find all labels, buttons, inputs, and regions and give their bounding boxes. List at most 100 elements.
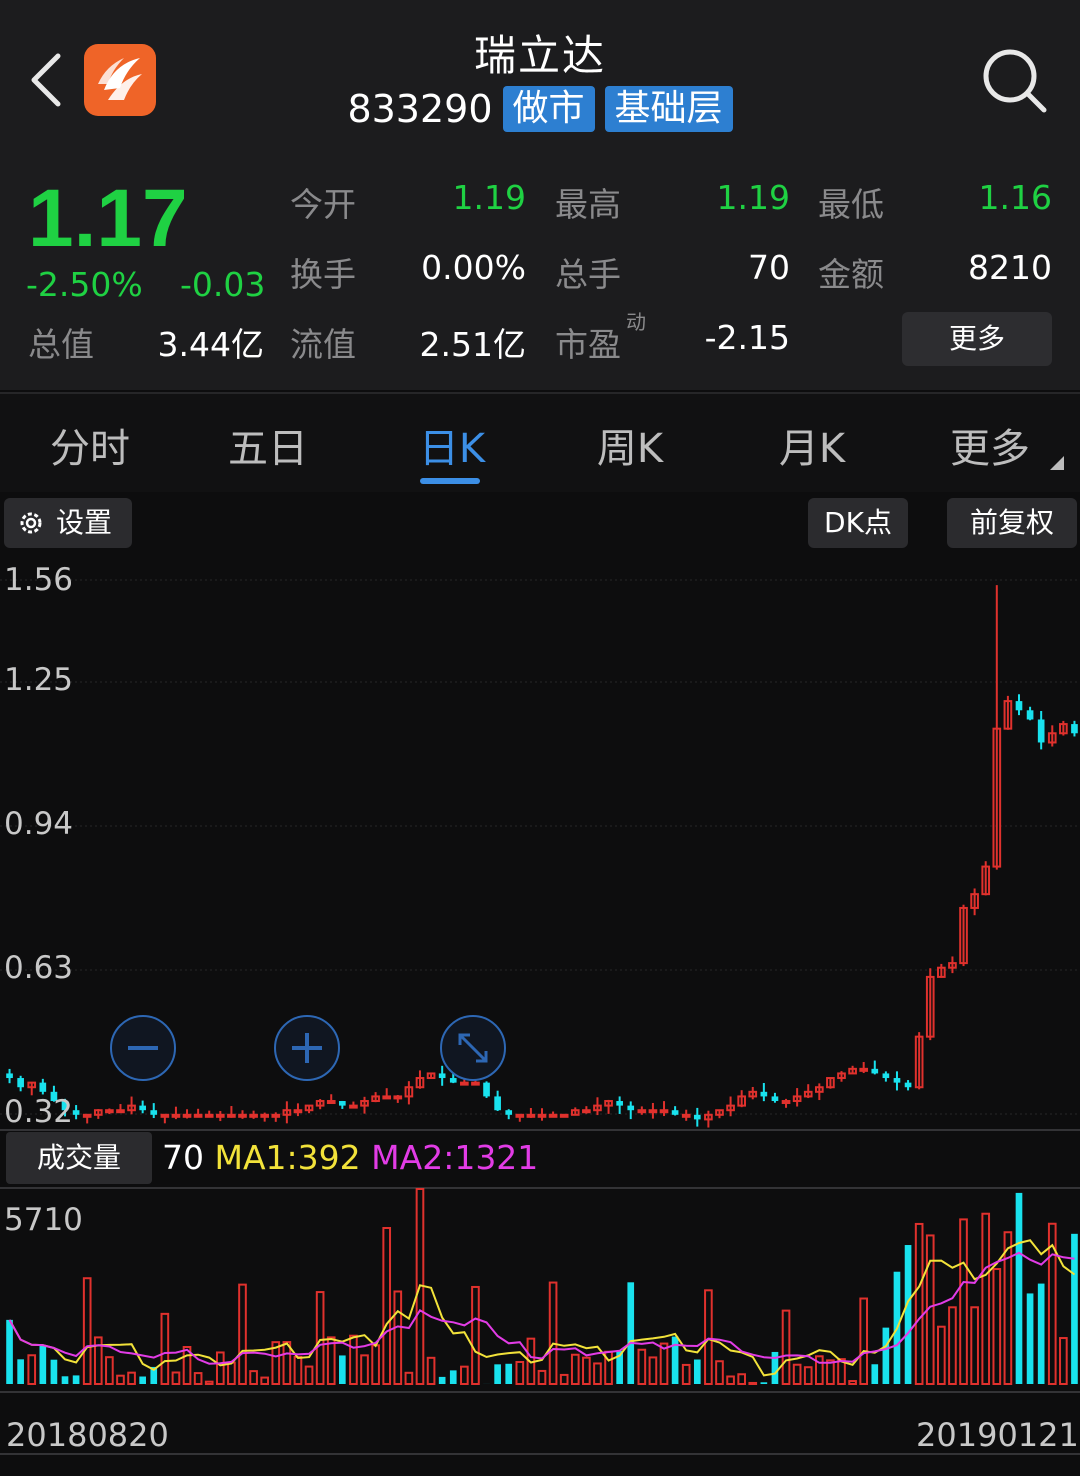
volume-bar xyxy=(715,1360,724,1385)
y-tick-3: 0.94 xyxy=(4,806,74,842)
zoom-in-button[interactable] xyxy=(274,1015,340,1081)
volume-bar xyxy=(339,1355,346,1384)
market-cap-value: 3.44亿 xyxy=(157,325,264,364)
volume-bar xyxy=(116,1374,125,1385)
candle-body xyxy=(659,1109,669,1114)
volume-bar xyxy=(1059,1337,1068,1385)
dropdown-corner-icon xyxy=(1050,456,1064,470)
kline-chart[interactable] xyxy=(0,554,1080,1476)
volume-bar xyxy=(792,1363,802,1386)
candle-body xyxy=(82,1113,92,1118)
chart-toolbar: 设置 DK点 前复权 xyxy=(0,494,1080,554)
volume-value: 70 xyxy=(748,248,790,287)
candle-body xyxy=(904,1082,912,1088)
candle-body xyxy=(537,1113,547,1118)
candle-body xyxy=(326,1100,336,1105)
volume-bar xyxy=(803,1366,813,1386)
volume-bar xyxy=(515,1360,525,1386)
volume-bar xyxy=(1003,1231,1013,1386)
candle-body xyxy=(548,1113,558,1118)
volume-bar xyxy=(349,1334,358,1386)
candle-body xyxy=(693,1114,701,1120)
candle-body xyxy=(460,1081,469,1086)
stock-name: 瑞立达 xyxy=(473,31,606,80)
volume-bar xyxy=(6,1319,13,1384)
candle-body xyxy=(515,1113,525,1118)
volume-bar xyxy=(981,1212,991,1386)
back-icon[interactable] xyxy=(22,50,70,110)
volume-bar xyxy=(748,1381,758,1386)
volume-bar xyxy=(914,1222,924,1386)
pe-dynamic-mark: 动 xyxy=(626,310,646,334)
candle-body xyxy=(893,1078,901,1083)
y-tick-2: 1.25 xyxy=(4,662,74,698)
candle-body xyxy=(339,1101,346,1106)
volume-ma2-line xyxy=(8,1251,1075,1365)
high-value: 1.19 xyxy=(716,178,790,217)
volume-bar xyxy=(559,1373,569,1385)
volume-bar xyxy=(494,1364,501,1384)
kline-svg xyxy=(0,579,1080,1455)
volume-bar xyxy=(50,1359,58,1384)
candle-body xyxy=(293,1109,303,1114)
turnover-label: 换手 xyxy=(290,255,356,294)
candle-body xyxy=(526,1113,536,1118)
candle-body xyxy=(505,1110,513,1115)
volume-bar xyxy=(704,1289,713,1385)
expand-icon xyxy=(458,1033,488,1063)
volume-bar xyxy=(848,1380,857,1385)
candle-body xyxy=(882,1073,890,1079)
volume-bar xyxy=(737,1373,746,1385)
app-logo-icon xyxy=(84,44,156,116)
candle-body xyxy=(160,1113,170,1118)
dk-point-button[interactable]: DK点 xyxy=(808,498,908,548)
volume-bar xyxy=(970,1306,979,1385)
candle-body xyxy=(859,1067,869,1072)
tier-tag: 基础层 xyxy=(604,86,733,132)
volume-bar xyxy=(593,1362,602,1385)
amount-label: 金额 xyxy=(818,255,884,294)
start-date: 20180820 xyxy=(6,1416,169,1454)
candle-body xyxy=(559,1113,569,1118)
volume-ma2: MA2:1321 xyxy=(371,1138,539,1177)
volume-bar xyxy=(1071,1233,1078,1384)
volume-indicator-button[interactable]: 成交量 xyxy=(6,1132,152,1184)
settings-button[interactable]: 设置 xyxy=(4,498,132,548)
zoom-out-button[interactable] xyxy=(110,1015,176,1081)
tab-monthly-k[interactable]: 月K xyxy=(722,416,902,474)
active-tab-indicator xyxy=(420,478,480,484)
fullscreen-button[interactable] xyxy=(440,1015,506,1081)
volume-bar xyxy=(627,1282,635,1384)
candle-body xyxy=(116,1109,125,1114)
tab-weekly-k[interactable]: 周K xyxy=(540,416,720,474)
forward-adjust-button[interactable]: 前复权 xyxy=(947,498,1077,548)
tab-intraday[interactable]: 分时 xyxy=(0,416,180,474)
volume-current: 70 xyxy=(162,1138,204,1177)
search-icon[interactable] xyxy=(980,46,1050,116)
change-percent: -2.50% xyxy=(26,265,143,304)
tab-five-day[interactable]: 五日 xyxy=(178,416,358,474)
candle-body xyxy=(1015,701,1023,711)
volume-bar xyxy=(871,1364,879,1384)
candle-body xyxy=(382,1095,392,1100)
candle-body xyxy=(227,1113,236,1118)
volume-bar xyxy=(570,1353,580,1385)
candle-body xyxy=(150,1110,158,1115)
volume-bar xyxy=(171,1371,181,1386)
candle-body xyxy=(39,1082,47,1092)
volume-bar xyxy=(726,1375,735,1386)
pe-label: 市盈 xyxy=(555,325,621,364)
candle-body xyxy=(349,1104,358,1109)
volume-bar xyxy=(1037,1283,1045,1384)
volume-bar xyxy=(393,1290,403,1386)
low-value: 1.16 xyxy=(978,178,1052,217)
volume-bar xyxy=(260,1376,270,1386)
volume-bar xyxy=(548,1281,558,1385)
volume-bar xyxy=(992,1268,1002,1385)
volume-bar xyxy=(304,1365,314,1386)
volume-ma1: MA1:392 xyxy=(214,1138,361,1177)
candle-body xyxy=(204,1113,214,1118)
candle-body xyxy=(171,1113,181,1118)
tab-daily-k[interactable]: 日K xyxy=(362,416,542,474)
more-quote-button[interactable]: 更多 xyxy=(902,312,1052,366)
